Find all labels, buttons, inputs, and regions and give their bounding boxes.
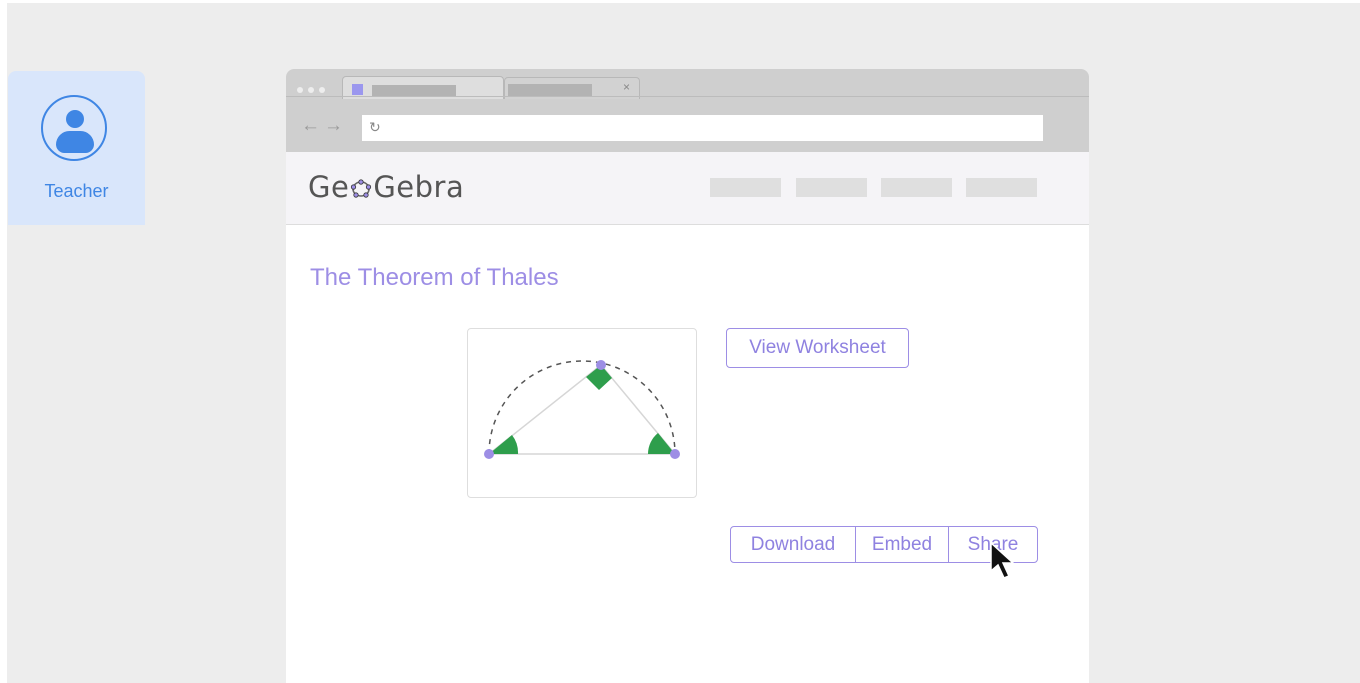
address-bar[interactable]: ↻ xyxy=(362,115,1043,141)
nav-item-placeholder[interactable] xyxy=(966,178,1037,197)
mouse-cursor-icon xyxy=(990,541,1015,579)
embed-button[interactable]: Embed xyxy=(856,527,949,562)
browser-window: × ←→ ↻ Ge Gebra The Theorem of Thales Vi… xyxy=(286,69,1089,683)
thales-applet-preview[interactable] xyxy=(467,328,697,498)
teacher-label: Teacher xyxy=(44,181,109,201)
forward-arrow-icon[interactable]: → xyxy=(324,115,347,136)
view-worksheet-button[interactable]: View Worksheet xyxy=(726,328,909,368)
tab-title-placeholder xyxy=(508,84,592,96)
thales-diagram xyxy=(484,360,680,459)
page-title: The Theorem of Thales xyxy=(310,264,559,291)
nav-item-placeholder[interactable] xyxy=(796,178,867,197)
back-arrow-icon[interactable]: ← xyxy=(301,115,324,136)
chrome-divider xyxy=(286,96,1089,97)
favicon-icon xyxy=(352,84,363,95)
reload-icon[interactable]: ↻ xyxy=(369,119,381,136)
site-header: Ge Gebra xyxy=(286,152,1089,225)
teacher-role-card[interactable]: Teacher xyxy=(8,71,145,225)
geogebra-logo[interactable]: Ge Gebra xyxy=(308,170,464,204)
nav-item-placeholder[interactable] xyxy=(710,178,781,197)
nav-arrows: ←→ xyxy=(301,115,347,137)
browser-chrome: × ←→ ↻ xyxy=(286,69,1089,152)
tab-title-placeholder xyxy=(372,85,456,96)
geogebra-logo-icon xyxy=(351,179,372,198)
nav-item-placeholder[interactable] xyxy=(881,178,952,197)
close-tab-icon[interactable]: × xyxy=(623,80,630,94)
download-button[interactable]: Download xyxy=(731,527,856,562)
user-avatar-icon xyxy=(41,95,107,161)
